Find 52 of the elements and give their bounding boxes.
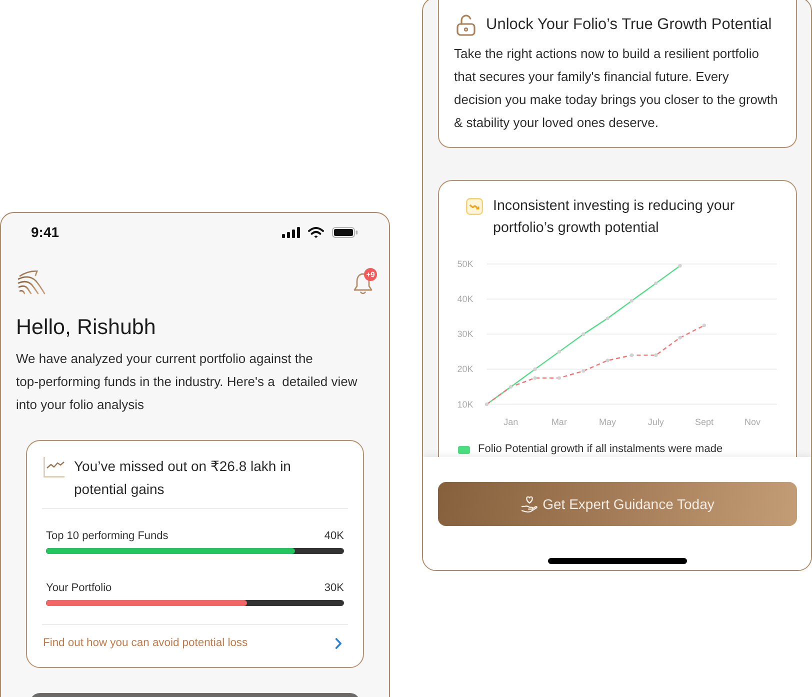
y-axis-label: 30K [457,329,474,340]
hand-heart-icon [520,495,538,514]
x-axis-label: May [599,416,616,427]
data-point [533,367,537,371]
battery-icon [332,226,358,238]
avoid-loss-link[interactable]: Find out how you can avoid potential loss [43,635,342,651]
data-point [582,369,586,373]
data-point [678,336,682,340]
card-title: You’ve missed out on ₹26.8 lakh in potential gains [74,457,292,499]
data-point [606,358,610,362]
logo-icon [17,270,46,294]
data-point [654,281,658,286]
y-axis-label: 50K [457,258,474,269]
trend-chart-icon [43,456,65,478]
x-axis-label: Mar [551,416,567,427]
y-axis-label: 40K [457,294,474,304]
data-point [654,353,658,357]
data-point [533,376,537,380]
data-point [702,324,706,328]
x-axis-label: Jan [504,416,518,427]
chevron-right-icon [335,638,342,648]
data-point [557,350,561,354]
intro-text: We have analyzed your current portfolio against the top-performing funds in the industry. Here's a detailed view into your folio analysis [16,350,358,414]
bell-icon[interactable] [353,272,373,295]
y-axis-label: 20K [457,364,474,374]
data-point [678,264,682,268]
comparison-value: 30K [324,581,344,596]
comparison-value: 40K [324,529,344,544]
data-point [484,402,488,406]
x-axis-label: July [648,416,664,427]
data-point [557,376,561,380]
data-point [606,316,610,320]
data-point [630,299,634,303]
wifi-icon [308,226,324,238]
legend-label: Folio Potential growth if all instalments were made [478,443,723,456]
signal-icon [282,226,300,238]
x-axis-label: Sept [694,416,714,427]
expert-guidance-button[interactable]: Get Expert Guidance Today [438,482,797,526]
open-padlock-icon [455,14,477,36]
data-point [630,353,634,357]
comparison-label: Your Portfolio [46,581,112,596]
card-title: Unlock Your Folio’s True Growth Potential [486,15,772,35]
data-point [582,332,586,336]
data-point [509,384,513,389]
card-body-text: Take the right actions now to build a resilient portfolio that secures your family's financial future. Every decision you make today brings you closer to the growth & stability your loved ones deserve. [454,44,779,132]
trend-down-icon [466,198,483,215]
y-axis-label: 10K [457,399,474,410]
comparison-label: Top 10 performing Funds [46,529,168,544]
status-time: 9:41 [31,223,60,241]
greeting-title: Hello, Rishubh [16,314,156,341]
x-axis-label: Nov [744,416,761,427]
card-title: Inconsistent investing is reducing your portfolio’s growth potential [493,197,736,238]
